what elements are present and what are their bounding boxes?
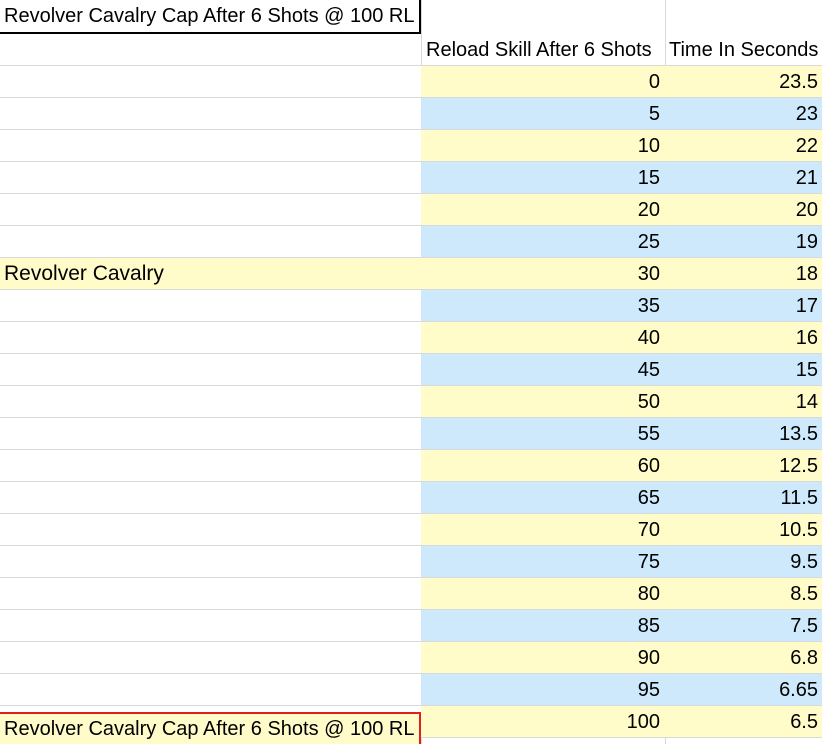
time-seconds-cell[interactable]: 12.5 xyxy=(665,450,822,482)
reload-skill-cell[interactable]: 30 xyxy=(421,258,665,290)
table-row: 75 9.5 xyxy=(0,546,822,578)
label-cell[interactable] xyxy=(0,226,421,258)
header-reload-skill[interactable]: Reload Skill After 6 Shots xyxy=(421,34,665,66)
time-seconds-cell[interactable]: 8.5 xyxy=(665,578,822,610)
table-row: 60 12.5 xyxy=(0,450,822,482)
time-seconds-cell[interactable]: 6.65 xyxy=(665,674,822,706)
table-row: 45 15 xyxy=(0,354,822,386)
reload-skill-cell[interactable]: 10 xyxy=(421,130,665,162)
reload-skill-cell[interactable]: 95 xyxy=(421,674,665,706)
time-seconds-cell[interactable]: 11.5 xyxy=(665,482,822,514)
reload-skill-cell[interactable]: 20 xyxy=(421,194,665,226)
label-cell[interactable] xyxy=(0,546,421,578)
spreadsheet: Revolver Cavalry Cap After 6 Shots @ 100… xyxy=(0,0,822,744)
reload-skill-cell[interactable]: 90 xyxy=(421,642,665,674)
time-seconds-cell[interactable]: 21 xyxy=(665,162,822,194)
label-cell[interactable] xyxy=(0,98,421,130)
title-cell[interactable]: Revolver Cavalry Cap After 6 Shots @ 100… xyxy=(0,0,421,34)
table-row: 85 7.5 xyxy=(0,610,822,642)
label-cell[interactable] xyxy=(0,642,421,674)
reload-skill-cell[interactable]: 40 xyxy=(421,322,665,354)
time-seconds-cell[interactable]: 23.5 xyxy=(665,66,822,98)
label-cell[interactable] xyxy=(0,194,421,226)
time-seconds-cell[interactable]: 14 xyxy=(665,386,822,418)
group-label-cell[interactable]: Revolver Cavalry xyxy=(0,258,421,290)
reload-skill-cell[interactable]: 80 xyxy=(421,578,665,610)
reload-skill-cell[interactable]: 15 xyxy=(421,162,665,194)
label-cell[interactable] xyxy=(0,322,421,354)
reload-skill-cell[interactable]: 100 xyxy=(421,706,665,738)
reload-skill-cell[interactable]: 75 xyxy=(421,546,665,578)
table-row: 20 20 xyxy=(0,194,822,226)
reload-skill-cell[interactable]: 25 xyxy=(421,226,665,258)
grid-row-line xyxy=(0,65,822,66)
time-seconds-cell[interactable]: 22 xyxy=(665,130,822,162)
time-seconds-cell[interactable]: 16 xyxy=(665,322,822,354)
table-row: 10 22 xyxy=(0,130,822,162)
footer-label-cell[interactable]: Revolver Cavalry Cap After 6 Shots @ 100… xyxy=(0,712,421,744)
time-seconds-cell[interactable]: 18 xyxy=(665,258,822,290)
reload-skill-cell[interactable]: 65 xyxy=(421,482,665,514)
reload-skill-cell[interactable]: 45 xyxy=(421,354,665,386)
reload-skill-cell[interactable]: 5 xyxy=(421,98,665,130)
label-cell[interactable] xyxy=(0,482,421,514)
label-cell[interactable] xyxy=(0,418,421,450)
label-cell[interactable] xyxy=(0,386,421,418)
time-seconds-cell[interactable]: 13.5 xyxy=(665,418,822,450)
reload-skill-cell[interactable]: 70 xyxy=(421,514,665,546)
reload-skill-cell[interactable]: 85 xyxy=(421,610,665,642)
label-cell[interactable] xyxy=(0,290,421,322)
table-row: 25 19 xyxy=(0,226,822,258)
table-row: 80 8.5 xyxy=(0,578,822,610)
label-cell[interactable] xyxy=(0,130,421,162)
time-seconds-cell[interactable]: 15 xyxy=(665,354,822,386)
time-seconds-cell[interactable]: 17 xyxy=(665,290,822,322)
table-row: 65 11.5 xyxy=(0,482,822,514)
table-row: 70 10.5 xyxy=(0,514,822,546)
table-row: 40 16 xyxy=(0,322,822,354)
reload-skill-cell[interactable]: 60 xyxy=(421,450,665,482)
time-seconds-cell[interactable]: 20 xyxy=(665,194,822,226)
time-seconds-cell[interactable]: 6.5 xyxy=(665,706,822,738)
table-row: 95 6.65 xyxy=(0,674,822,706)
table-row: 5 23 xyxy=(0,98,822,130)
label-cell[interactable] xyxy=(0,354,421,386)
table-row: 35 17 xyxy=(0,290,822,322)
label-cell[interactable] xyxy=(0,66,421,98)
reload-skill-cell[interactable]: 50 xyxy=(421,386,665,418)
label-cell[interactable] xyxy=(0,162,421,194)
time-seconds-cell[interactable]: 7.5 xyxy=(665,610,822,642)
reload-skill-cell[interactable]: 55 xyxy=(421,418,665,450)
header-time-seconds[interactable]: Time In Seconds xyxy=(665,34,822,66)
table-row: 55 13.5 xyxy=(0,418,822,450)
reload-skill-cell[interactable]: 0 xyxy=(421,66,665,98)
time-seconds-cell[interactable]: 10.5 xyxy=(665,514,822,546)
header-row: Reload Skill After 6 Shots Time In Secon… xyxy=(0,34,822,66)
time-seconds-cell[interactable]: 9.5 xyxy=(665,546,822,578)
table-row: 50 14 xyxy=(0,386,822,418)
label-cell[interactable] xyxy=(0,610,421,642)
label-cell[interactable] xyxy=(0,674,421,706)
time-seconds-cell[interactable]: 19 xyxy=(665,226,822,258)
table-row: 0 23.5 xyxy=(0,66,822,98)
table-row: 90 6.8 xyxy=(0,642,822,674)
table-row: 15 21 xyxy=(0,162,822,194)
reload-skill-cell[interactable]: 35 xyxy=(421,290,665,322)
time-seconds-cell[interactable]: 6.8 xyxy=(665,642,822,674)
label-cell[interactable] xyxy=(0,450,421,482)
label-cell[interactable] xyxy=(0,514,421,546)
label-cell[interactable] xyxy=(0,578,421,610)
time-seconds-cell[interactable]: 23 xyxy=(665,98,822,130)
table-row: Revolver Cavalry 30 18 xyxy=(0,258,822,290)
